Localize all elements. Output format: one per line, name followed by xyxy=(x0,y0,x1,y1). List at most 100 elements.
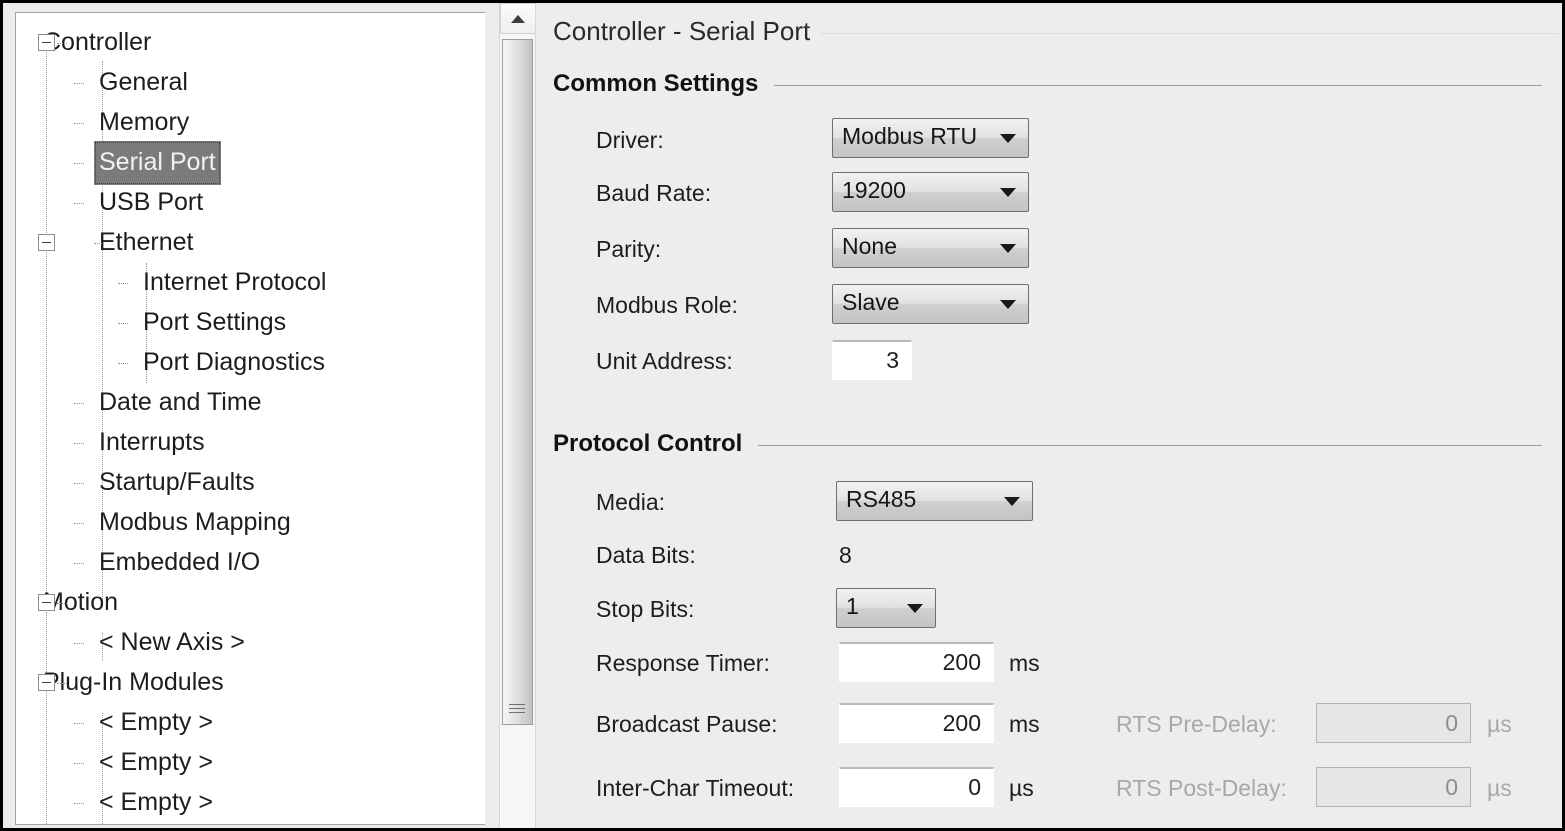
tree-item-label: Controller xyxy=(38,21,156,65)
modbus-role-value: Slave xyxy=(842,291,994,317)
configuration-tree[interactable]: ControllerGeneralMemorySerial PortUSB Po… xyxy=(15,12,485,825)
tree-item-label: Port Diagnostics xyxy=(138,341,330,385)
tree-connector-dash xyxy=(74,203,84,204)
tree-item[interactable]: Memory xyxy=(16,103,485,143)
panel-title-row: Controller - Serial Port xyxy=(553,13,1558,49)
scrollbar-track[interactable] xyxy=(500,34,536,828)
baud-rate-label: Baud Rate: xyxy=(596,180,711,207)
tree-item[interactable]: USB Port xyxy=(16,183,485,223)
inter-char-timeout-label: Inter-Char Timeout: xyxy=(596,775,794,802)
tree-item[interactable]: < New Axis > xyxy=(16,623,485,663)
tree-item-label: < New Axis > xyxy=(94,621,250,665)
tree-item-label: Serial Port xyxy=(94,141,221,185)
tree-item[interactable]: Embedded I/O xyxy=(16,543,485,583)
parity-dropdown[interactable]: None xyxy=(832,228,1029,268)
tree-item[interactable]: < Empty > xyxy=(16,743,485,783)
chevron-down-icon xyxy=(907,604,923,613)
tree-item[interactable]: Ethernet xyxy=(16,223,485,263)
tree-connector-dash xyxy=(57,43,67,44)
tree-connector-dash xyxy=(74,803,84,804)
tree-connector-dash xyxy=(74,523,84,524)
collapse-expander-icon[interactable] xyxy=(38,594,55,611)
tree-connector-dash xyxy=(74,163,84,164)
response-timer-unit: ms xyxy=(1009,650,1040,677)
tree-item[interactable]: Plug-In Modules xyxy=(16,663,485,703)
tree-item-label: Startup/Faults xyxy=(94,461,260,505)
tree-connector-dash xyxy=(74,83,84,84)
tree-item-label: Interrupts xyxy=(94,421,210,465)
tree-vertical-scrollbar[interactable] xyxy=(499,3,535,828)
tree-item[interactable]: Port Settings xyxy=(16,303,485,343)
tree-item[interactable]: Controller xyxy=(16,23,485,63)
modbus-role-label: Modbus Role: xyxy=(596,292,738,319)
chevron-up-icon xyxy=(511,15,525,23)
rts-pre-delay-label: RTS Pre-Delay: xyxy=(1116,711,1277,738)
unit-address-input[interactable]: 3 xyxy=(832,340,912,380)
chevron-down-icon xyxy=(1000,188,1016,197)
tree-connector-dash xyxy=(74,723,84,724)
driver-dropdown[interactable]: Modbus RTU xyxy=(832,118,1029,158)
section-title: Protocol Control xyxy=(553,430,758,458)
stop-bits-dropdown[interactable]: 1 xyxy=(836,588,936,628)
broadcast-pause-input[interactable]: 200 xyxy=(839,703,994,743)
data-bits-label: Data Bits: xyxy=(596,542,696,569)
tree-connector-dash xyxy=(118,283,128,284)
rts-post-delay-input[interactable]: 0 xyxy=(1316,767,1471,807)
rts-post-delay-unit: µs xyxy=(1487,775,1512,802)
inter-char-timeout-input[interactable]: 0 xyxy=(839,767,994,807)
tree-item[interactable]: Interrupts xyxy=(16,423,485,463)
tree-connector-dash xyxy=(94,243,104,244)
driver-value: Modbus RTU xyxy=(842,125,994,151)
collapse-expander-icon[interactable] xyxy=(38,34,55,51)
collapse-expander-icon[interactable] xyxy=(38,674,55,691)
data-bits-value: 8 xyxy=(839,542,852,569)
tree-item[interactable]: Motion xyxy=(16,583,485,623)
chevron-down-icon xyxy=(1000,244,1016,253)
tree-item[interactable]: < Empty > xyxy=(16,783,485,823)
settings-panel: Controller - Serial Port Common Settings… xyxy=(535,3,1562,828)
baud-rate-dropdown[interactable]: 19200 xyxy=(832,172,1029,212)
rts-pre-delay-input[interactable]: 0 xyxy=(1316,703,1471,743)
tree-item-label: Memory xyxy=(94,101,194,145)
tree-connector-dash xyxy=(74,563,84,564)
collapse-expander-icon[interactable] xyxy=(38,234,55,251)
serial-port-configuration-window: ControllerGeneralMemorySerial PortUSB Po… xyxy=(0,0,1565,831)
tree-item-label: < Empty > xyxy=(94,701,218,745)
tree-item[interactable]: Modbus Mapping xyxy=(16,503,485,543)
tree-item[interactable]: Port Diagnostics xyxy=(16,343,485,383)
section-title: Common Settings xyxy=(553,70,774,98)
scroll-up-button[interactable] xyxy=(500,3,536,34)
driver-label: Driver: xyxy=(596,127,664,154)
tree-item[interactable]: < Empty > xyxy=(16,703,485,743)
tree-connector-dash xyxy=(118,323,128,324)
tree-item[interactable]: Startup/Faults xyxy=(16,463,485,503)
tree-connector-dash xyxy=(74,123,84,124)
response-timer-label: Response Timer: xyxy=(596,650,770,677)
tree-item-label: < Empty > xyxy=(94,781,218,825)
page-title: Controller - Serial Port xyxy=(553,16,820,47)
tree-item[interactable]: Serial Port xyxy=(16,143,485,183)
tree-item[interactable]: Internet Protocol xyxy=(16,263,485,303)
media-label: Media: xyxy=(596,489,665,516)
modbus-role-dropdown[interactable]: Slave xyxy=(832,284,1029,324)
tree-item-label: Date and Time xyxy=(94,381,267,425)
scrollbar-thumb[interactable] xyxy=(502,39,533,725)
media-value: RS485 xyxy=(846,488,998,514)
tree-item[interactable]: General xyxy=(16,63,485,103)
chevron-down-icon xyxy=(1000,300,1016,309)
unit-address-label: Unit Address: xyxy=(596,348,733,375)
tree-item-label: Modbus Mapping xyxy=(94,501,296,545)
chevron-down-icon xyxy=(1000,134,1016,143)
section-header-protocol-control: Protocol Control xyxy=(553,429,1542,459)
tree-item-label: < Empty > xyxy=(94,741,218,785)
tree-item[interactable]: Date and Time xyxy=(16,383,485,423)
rts-post-delay-label: RTS Post-Delay: xyxy=(1116,775,1287,802)
baud-rate-value: 19200 xyxy=(842,179,994,205)
response-timer-input[interactable]: 200 xyxy=(839,642,994,682)
rts-pre-delay-unit: µs xyxy=(1487,711,1512,738)
scrollbar-grip-icon xyxy=(509,704,525,715)
parity-value: None xyxy=(842,235,994,261)
section-header-common-settings: Common Settings xyxy=(553,69,1542,99)
media-dropdown[interactable]: RS485 xyxy=(836,481,1033,521)
tree-item-label: Internet Protocol xyxy=(138,261,331,305)
